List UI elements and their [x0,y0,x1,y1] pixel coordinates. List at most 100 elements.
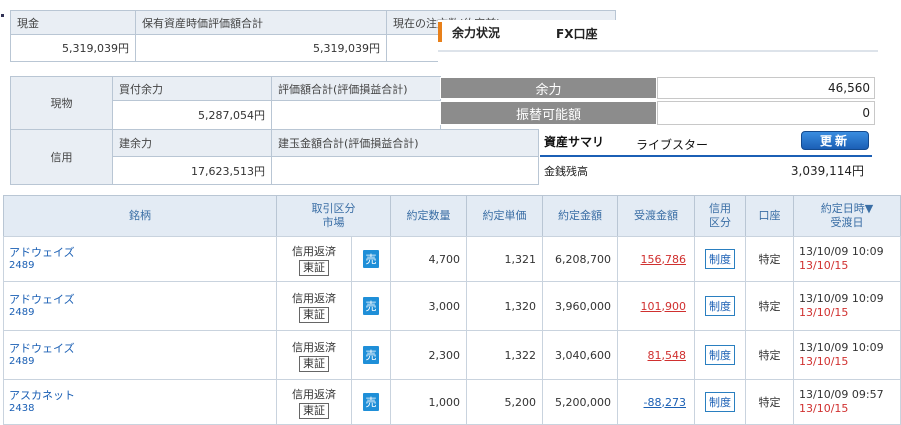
holdings-value: 5,319,039円 [135,34,387,62]
position-label: 建玉金額合計(評価損益合計) [271,129,539,157]
settle-date: 13/10/15 [799,355,849,368]
amount-cell: 5,200,000 [542,379,618,425]
trade-type: 信用返済 [292,291,336,305]
price-cell: 5,200 [466,379,543,425]
settlement-link[interactable]: 81,548 [648,349,687,362]
valuation-label: 評価額合計(評価損益合計) [271,76,441,101]
table-row: アスカネット 2438 [3,379,277,425]
col-header-amount-label: 約定金額 [558,209,602,222]
sell-badge: 売 [363,393,379,411]
col-header-qty-label: 約定数量 [406,209,451,222]
credit-type-button[interactable]: 制度 [705,296,735,316]
exec-date: 13/10/09 10:09 [799,245,884,258]
account-cell: 特定 [745,236,794,282]
col-header-stock[interactable]: 銘柄 [3,195,277,237]
trade-type: 信用返済 [292,340,336,354]
col-header-settle-date-label: 受渡日 [830,216,864,229]
account-cell: 特定 [745,281,794,331]
settlement-link[interactable]: -88,273 [644,396,686,409]
bullet-dot [1,14,4,17]
credit-type-button[interactable]: 制度 [705,249,735,269]
trade-type: 信用返済 [292,244,336,258]
date-cell: 13/10/09 10:09 13/10/15 [793,330,901,380]
side-cell: 売 [351,236,391,282]
table-row: アドウェイズ 2489 [3,236,277,282]
stock-code: 2489 [9,307,35,318]
stock-code: 2489 [9,260,35,271]
stock-name-link[interactable]: アドウェイズ [9,293,75,307]
fx-account: FX口座 [556,27,598,41]
date-cell: 13/10/09 09:57 13/10/15 [793,379,901,425]
fx-transferable-label: 振替可能額 [440,101,657,125]
settlement-link[interactable]: 101,900 [641,300,687,313]
trade-type-cell: 信用返済 東証 [276,379,352,425]
col-header-credit[interactable]: 信用 区分 [694,195,746,237]
account-cell: 特定 [745,330,794,380]
col-header-credit-label-2: 区分 [709,216,731,229]
qty-cell: 3,000 [390,281,467,331]
fx-divider [438,50,878,52]
build-power-label: 建余力 [112,129,272,157]
buy-power-value: 5,287,054円 [112,100,272,130]
qty-cell: 4,700 [390,236,467,282]
col-header-date[interactable]: 約定日時▼ 受渡日 [793,195,901,237]
fx-title-bar: 余力状況 FX口座 [438,20,616,44]
settlement-link[interactable]: 156,786 [641,253,687,266]
position-value [271,156,539,185]
col-header-credit-label-1: 信用 [709,202,731,215]
fx-margin-value: 46,560 [657,77,875,99]
stock-name-link[interactable]: アスカネット [9,389,75,403]
market-badge: 東証 [299,306,329,323]
col-header-date-label: 約定日時▼ [820,202,874,215]
spot-label: 現物 [10,76,113,130]
table-row: アドウェイズ 2489 [3,330,277,380]
settle-date: 13/10/15 [799,402,849,415]
credit-type-button[interactable]: 制度 [705,345,735,365]
settlement-cell: -88,273 [617,379,695,425]
sell-badge: 売 [363,297,379,315]
stock-name-link[interactable]: アドウェイズ [9,246,75,260]
account-cell: 特定 [745,379,794,425]
amount-cell: 3,040,600 [542,330,618,380]
col-header-account[interactable]: 口座 [745,195,794,237]
fx-margin-label: 余力 [440,77,657,99]
side-cell: 売 [351,379,391,425]
trade-type-cell: 信用返済 東証 [276,330,352,380]
stock-code: 2489 [9,356,35,367]
col-header-settlement-label: 受渡金額 [634,209,678,222]
fx-title-spacer [438,44,878,76]
credit-label: 信用 [10,129,113,185]
date-cell: 13/10/09 10:09 13/10/15 [793,236,901,282]
settlement-cell: 156,786 [617,236,695,282]
col-header-qty[interactable]: 約定数量 [390,195,467,237]
update-button[interactable]: 更新 [801,131,869,150]
buy-power-label: 買付余力 [112,76,272,101]
table-row: アドウェイズ 2489 [3,281,277,331]
col-header-trade-type-label: 取引区分 [311,202,356,215]
date-cell: 13/10/09 10:09 13/10/15 [793,281,901,331]
trade-type: 信用返済 [292,387,336,401]
market-badge: 東証 [299,402,329,419]
trade-type-cell: 信用返済 東証 [276,281,352,331]
market-badge: 東証 [299,259,329,276]
credit-cell: 制度 [694,379,746,425]
stock-name-link[interactable]: アドウェイズ [9,342,75,356]
asset-summary-divider [540,155,872,157]
exec-date: 13/10/09 10:09 [799,292,884,305]
asset-summary-panel: 資産サマリ ライブスター 更新 金銭残高 3,039,114円 [540,128,872,184]
col-header-settlement[interactable]: 受渡金額 [617,195,695,237]
sell-badge: 売 [363,346,379,364]
stock-code: 2438 [9,403,35,414]
col-header-price[interactable]: 約定単価 [466,195,543,237]
credit-cell: 制度 [694,281,746,331]
price-cell: 1,322 [466,330,543,380]
credit-type-button[interactable]: 制度 [705,392,735,412]
build-power-value: 17,623,513円 [112,156,272,185]
side-cell: 売 [351,330,391,380]
col-header-trade-type[interactable]: 取引区分 市場 [276,195,391,237]
qty-cell: 1,000 [390,379,467,425]
col-header-amount[interactable]: 約定金額 [542,195,618,237]
settlement-cell: 101,900 [617,281,695,331]
market-badge: 東証 [299,355,329,372]
qty-cell: 2,300 [390,330,467,380]
